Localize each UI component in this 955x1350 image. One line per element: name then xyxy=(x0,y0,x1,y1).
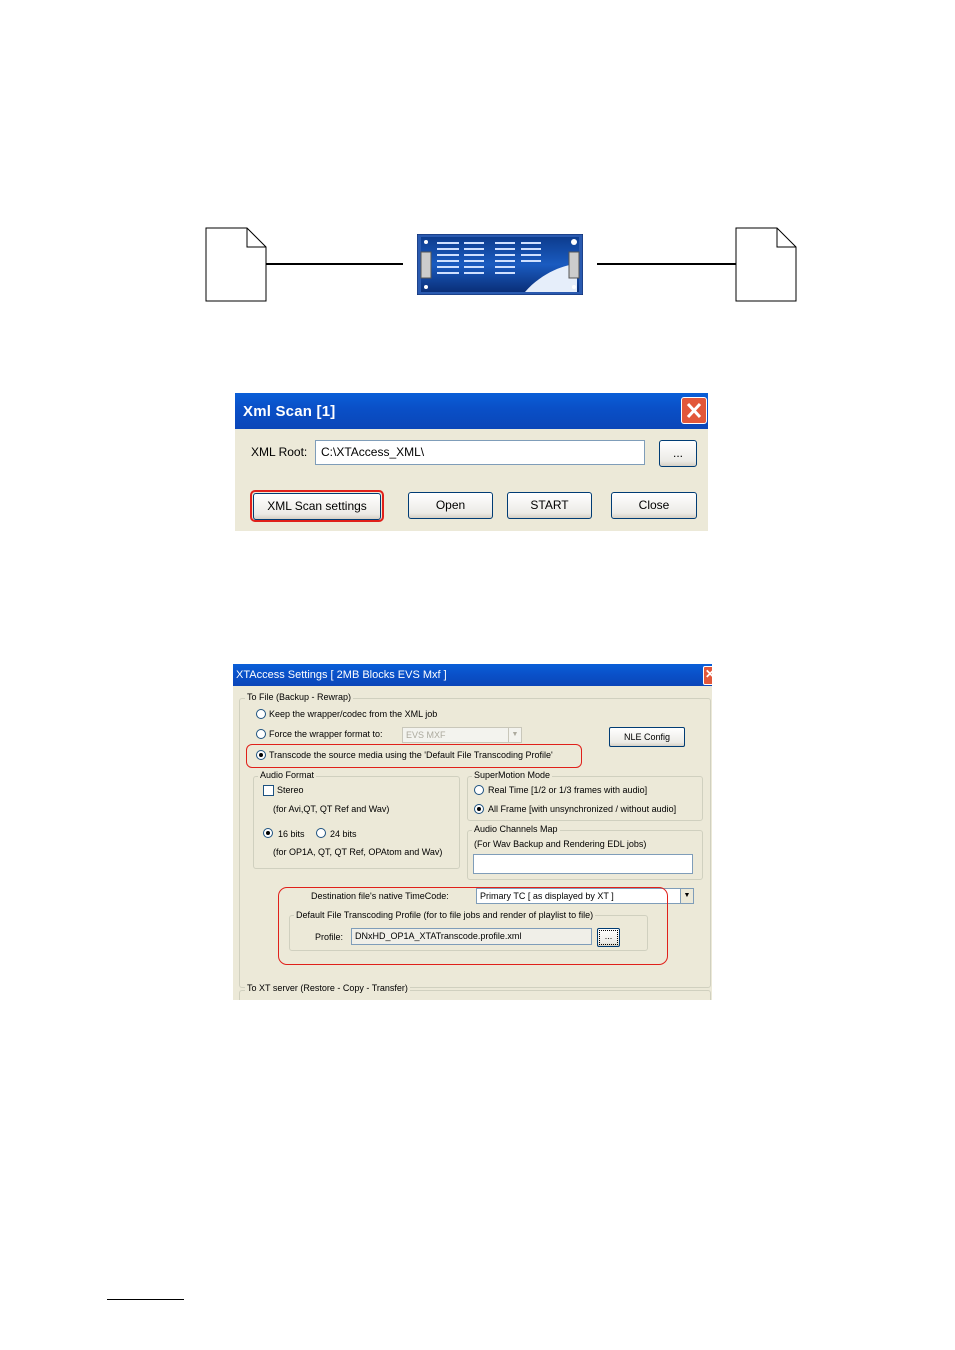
browse-button[interactable]: ... xyxy=(659,440,697,467)
bits24-label: 24 bits xyxy=(330,829,357,839)
open-button[interactable]: Open xyxy=(408,492,493,519)
supermotion-label: SuperMotion Mode xyxy=(472,770,553,780)
supermotion-group xyxy=(467,776,703,821)
all-frame-label: All Frame [with unsynchronized / without… xyxy=(488,804,677,814)
stereo-label: Stereo xyxy=(277,785,304,795)
all-frame-radio[interactable] xyxy=(474,804,484,814)
force-wrapper-label: Force the wrapper format to: xyxy=(269,729,383,739)
nle-config-button[interactable]: NLE Config xyxy=(609,727,685,747)
xml-scan-dialog: Xml Scan [1] XML Root: C:\XTAccess_XML\ … xyxy=(235,393,708,531)
keep-wrapper-radio[interactable] xyxy=(256,709,266,719)
close-button[interactable]: Close xyxy=(611,492,697,519)
settings-title: XTAccess Settings [ 2MB Blocks EVS Mxf ] xyxy=(236,669,447,681)
xml-scan-title: Xml Scan [1] xyxy=(243,403,336,420)
highlight-ring xyxy=(250,490,384,522)
highlight-ring xyxy=(246,744,582,768)
settings-titlebar: XTAccess Settings [ 2MB Blocks EVS Mxf ]… xyxy=(233,664,712,686)
real-time-radio[interactable] xyxy=(474,785,484,795)
audio-format-label: Audio Format xyxy=(258,770,317,780)
destination-file-icon xyxy=(735,227,797,302)
connector-line-left xyxy=(266,263,403,265)
close-icon[interactable]: ✕ xyxy=(703,666,712,685)
chevron-down-icon: ▼ xyxy=(508,728,521,742)
keep-wrapper-label: Keep the wrapper/codec from the XML job xyxy=(269,709,438,719)
xml-root-label: XML Root: xyxy=(251,445,308,459)
close-icon[interactable] xyxy=(681,397,707,424)
xtaccess-settings-dialog: XTAccess Settings [ 2MB Blocks EVS Mxf ]… xyxy=(233,664,712,1000)
footer-rule xyxy=(107,1299,184,1300)
source-xml-file-icon xyxy=(205,227,267,302)
xml-root-input[interactable]: C:\XTAccess_XML\ xyxy=(315,440,645,465)
real-time-label: Real Time [1/2 or 1/3 frames with audio] xyxy=(488,785,648,795)
xt-server-icon xyxy=(417,234,583,295)
bits16-label: 16 bits xyxy=(278,829,305,839)
connector-line-right xyxy=(597,263,737,265)
audio-channels-note: (For Wav Backup and Rendering EDL jobs) xyxy=(474,839,647,849)
force-wrapper-radio[interactable] xyxy=(256,729,266,739)
start-button[interactable]: START xyxy=(507,492,592,519)
highlight-ring xyxy=(278,887,668,965)
chevron-down-icon: ▼ xyxy=(680,889,693,903)
wrapper-format-value: EVS MXF xyxy=(406,730,446,740)
to-xt-server-label: To XT server (Restore - Copy - Transfer) xyxy=(245,983,410,993)
stereo-note: (for Avi,QT, QT Ref and Wav) xyxy=(273,804,390,814)
audio-channels-input[interactable] xyxy=(473,854,693,874)
bits16-radio[interactable] xyxy=(263,828,273,838)
bits-note: (for OP1A, QT, QT Ref, OPAtom and Wav) xyxy=(273,847,443,857)
xml-scan-titlebar: Xml Scan [1] xyxy=(235,393,708,429)
bits24-radio[interactable] xyxy=(316,828,326,838)
to-file-group-label: To File (Backup - Rewrap) xyxy=(245,692,354,702)
audio-channels-label: Audio Channels Map xyxy=(472,824,560,834)
stereo-checkbox[interactable] xyxy=(263,785,274,796)
wrapper-format-select[interactable]: EVS MXF ▼ xyxy=(402,727,522,743)
